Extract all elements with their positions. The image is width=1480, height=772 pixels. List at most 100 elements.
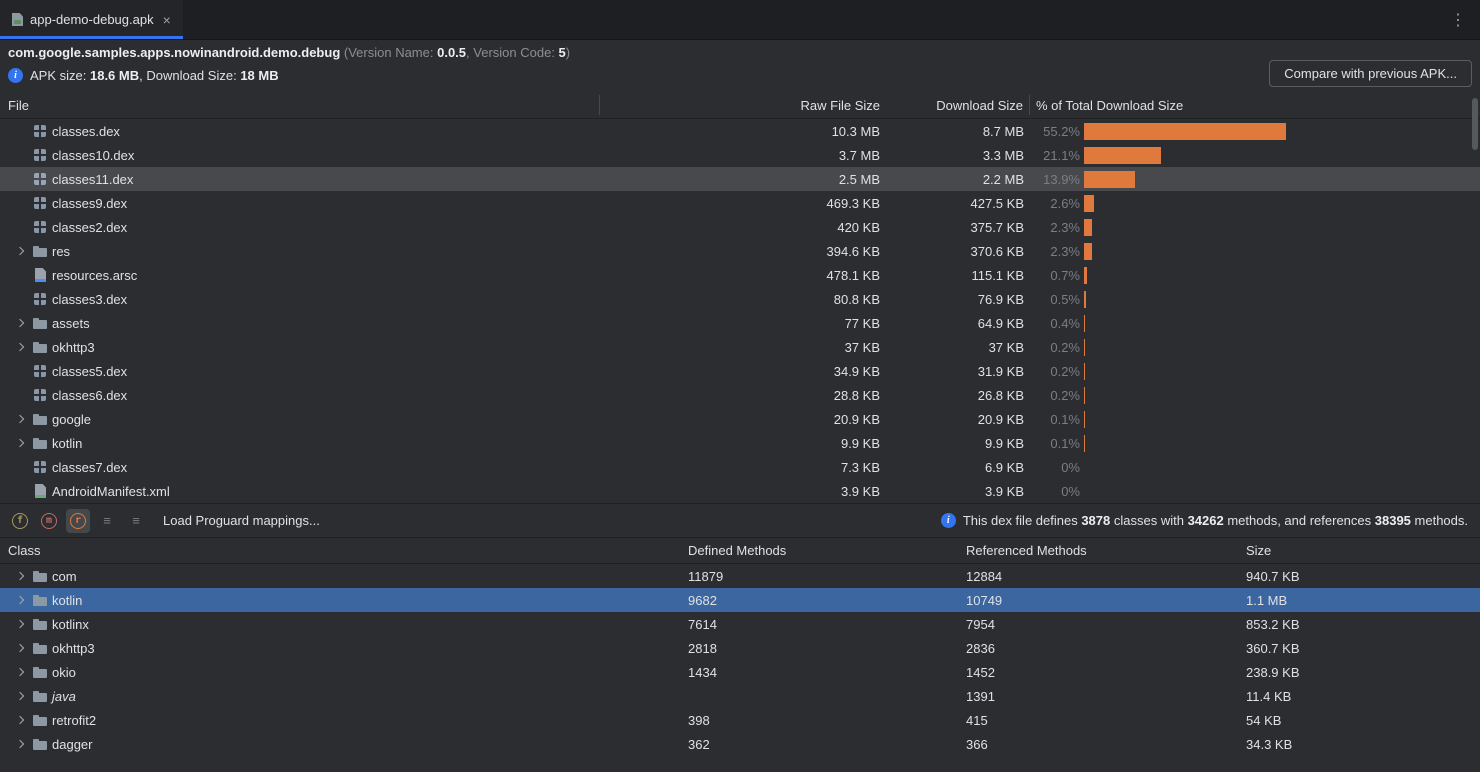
- defined-methods-value: 7614: [680, 617, 958, 632]
- column-header-size[interactable]: Size: [1238, 543, 1480, 558]
- compare-previous-apk-button[interactable]: Compare with previous APK...: [1269, 60, 1472, 87]
- column-header-file[interactable]: File: [0, 95, 600, 115]
- package-name: com: [52, 569, 77, 584]
- file-row[interactable]: classes3.dex 80.8 KB 76.9 KB 0.5%: [0, 287, 1480, 311]
- show-fields-toggle-icon[interactable]: f: [8, 509, 32, 533]
- chevron-right-icon[interactable]: [13, 291, 29, 307]
- chevron-right-icon[interactable]: [13, 171, 29, 187]
- chevron-right-icon[interactable]: [13, 339, 29, 355]
- dex-file-icon: [33, 460, 48, 474]
- chevron-right-icon[interactable]: [13, 411, 29, 427]
- show-references-toggle-icon[interactable]: r: [66, 509, 90, 533]
- column-header-defined-methods[interactable]: Defined Methods: [680, 543, 958, 558]
- folder-icon: [33, 316, 48, 330]
- file-row[interactable]: classes11.dex 2.5 MB 2.2 MB 13.9%: [0, 167, 1480, 191]
- chevron-right-icon[interactable]: [13, 243, 29, 259]
- dex-file-icon: [33, 364, 48, 378]
- chevron-right-icon[interactable]: [13, 315, 29, 331]
- chevron-right-icon[interactable]: [13, 363, 29, 379]
- download-size: 26.8 KB: [886, 388, 1030, 403]
- raw-file-size: 469.3 KB: [600, 196, 886, 211]
- chevron-right-icon[interactable]: [13, 387, 29, 403]
- column-header-referenced-methods[interactable]: Referenced Methods: [958, 543, 1238, 558]
- tab-apk-analyzer[interactable]: app-demo-debug.apk ×: [0, 0, 183, 39]
- chevron-right-icon[interactable]: [13, 568, 29, 584]
- raw-file-size: 77 KB: [600, 316, 886, 331]
- class-row[interactable]: okio 1434 1452 238.9 KB: [0, 660, 1480, 684]
- chevron-right-icon[interactable]: [13, 267, 29, 283]
- show-methods-toggle-icon[interactable]: m: [37, 509, 61, 533]
- class-row[interactable]: dagger 362 366 34.3 KB: [0, 732, 1480, 756]
- percent-of-total: 2.3%: [1030, 220, 1080, 235]
- chevron-right-icon[interactable]: [13, 435, 29, 451]
- arsc-file-icon: [33, 268, 48, 282]
- dex-info-text: This dex file defines 3878 classes with …: [963, 513, 1468, 528]
- file-row[interactable]: resources.arsc 478.1 KB 115.1 KB 0.7%: [0, 263, 1480, 287]
- chevron-right-icon[interactable]: [13, 640, 29, 656]
- percent-bar-track: [1084, 147, 1450, 164]
- version-code-label: , Version Code:: [466, 45, 555, 60]
- class-row[interactable]: java 1391 11.4 KB: [0, 684, 1480, 708]
- file-row[interactable]: res 394.6 KB 370.6 KB 2.3%: [0, 239, 1480, 263]
- chevron-right-icon[interactable]: [13, 195, 29, 211]
- collapse-all-icon[interactable]: ≡: [124, 509, 148, 533]
- files-scrollbar-thumb[interactable]: [1472, 98, 1478, 150]
- file-row[interactable]: classes10.dex 3.7 MB 3.3 MB 21.1%: [0, 143, 1480, 167]
- file-name: classes9.dex: [52, 196, 127, 211]
- size-value: 34.3 KB: [1238, 737, 1480, 752]
- file-row[interactable]: classes.dex 10.3 MB 8.7 MB 55.2%: [0, 119, 1480, 143]
- class-table-header: Class Defined Methods Referenced Methods…: [0, 538, 1480, 564]
- percent-of-total: 21.1%: [1030, 148, 1080, 163]
- chevron-right-icon[interactable]: [13, 688, 29, 704]
- close-icon[interactable]: ×: [163, 12, 171, 28]
- chevron-right-icon[interactable]: [13, 483, 29, 499]
- file-row[interactable]: classes7.dex 7.3 KB 6.9 KB 0%: [0, 455, 1480, 479]
- expand-all-icon[interactable]: ≡: [95, 509, 119, 533]
- download-percent-bar: [1084, 219, 1092, 236]
- class-row[interactable]: kotlin 9682 10749 1.1 MB: [0, 588, 1480, 612]
- raw-file-size: 80.8 KB: [600, 292, 886, 307]
- file-row[interactable]: classes6.dex 28.8 KB 26.8 KB 0.2%: [0, 383, 1480, 407]
- percent-of-total: 2.3%: [1030, 244, 1080, 259]
- column-header-class[interactable]: Class: [0, 543, 680, 558]
- file-row[interactable]: okhttp3 37 KB 37 KB 0.2%: [0, 335, 1480, 359]
- class-row[interactable]: com 11879 12884 940.7 KB: [0, 564, 1480, 588]
- chevron-right-icon[interactable]: [13, 219, 29, 235]
- file-row[interactable]: kotlin 9.9 KB 9.9 KB 0.1%: [0, 431, 1480, 455]
- column-header-percent[interactable]: % of Total Download Size: [1030, 98, 1480, 113]
- version-prefix: (Version Name:: [344, 45, 434, 60]
- dex-file-icon: [33, 220, 48, 234]
- chevron-right-icon[interactable]: [13, 459, 29, 475]
- percent-bar-track: [1084, 171, 1450, 188]
- version-code: 5: [559, 45, 566, 60]
- download-size: 31.9 KB: [886, 364, 1030, 379]
- load-proguard-mappings-button[interactable]: Load Proguard mappings...: [163, 513, 320, 528]
- chevron-right-icon[interactable]: [13, 712, 29, 728]
- file-row[interactable]: google 20.9 KB 20.9 KB 0.1%: [0, 407, 1480, 431]
- file-row[interactable]: assets 77 KB 64.9 KB 0.4%: [0, 311, 1480, 335]
- percent-bar-track: [1084, 123, 1450, 140]
- raw-file-size: 394.6 KB: [600, 244, 886, 259]
- file-row[interactable]: classes5.dex 34.9 KB 31.9 KB 0.2%: [0, 359, 1480, 383]
- file-row[interactable]: AndroidManifest.xml 3.9 KB 3.9 KB 0%: [0, 479, 1480, 503]
- class-row[interactable]: okhttp3 2818 2836 360.7 KB: [0, 636, 1480, 660]
- chevron-right-icon[interactable]: [13, 616, 29, 632]
- column-header-download-size[interactable]: Download Size: [886, 95, 1030, 115]
- chevron-right-icon[interactable]: [13, 736, 29, 752]
- size-value: 238.9 KB: [1238, 665, 1480, 680]
- kebab-menu-icon[interactable]: ⋮: [1436, 10, 1480, 30]
- percent-bar-track: [1084, 483, 1450, 500]
- column-header-raw-size[interactable]: Raw File Size: [600, 98, 886, 113]
- chevron-right-icon[interactable]: [13, 147, 29, 163]
- file-row[interactable]: classes9.dex 469.3 KB 427.5 KB 2.6%: [0, 191, 1480, 215]
- chevron-right-icon[interactable]: [13, 592, 29, 608]
- raw-file-size: 28.8 KB: [600, 388, 886, 403]
- class-row[interactable]: kotlinx 7614 7954 853.2 KB: [0, 612, 1480, 636]
- raw-file-size: 7.3 KB: [600, 460, 886, 475]
- file-row[interactable]: classes2.dex 420 KB 375.7 KB 2.3%: [0, 215, 1480, 239]
- dex-file-icon: [33, 172, 48, 186]
- chevron-right-icon[interactable]: [13, 123, 29, 139]
- percent-of-total: 0.4%: [1030, 316, 1080, 331]
- class-row[interactable]: retrofit2 398 415 54 KB: [0, 708, 1480, 732]
- chevron-right-icon[interactable]: [13, 664, 29, 680]
